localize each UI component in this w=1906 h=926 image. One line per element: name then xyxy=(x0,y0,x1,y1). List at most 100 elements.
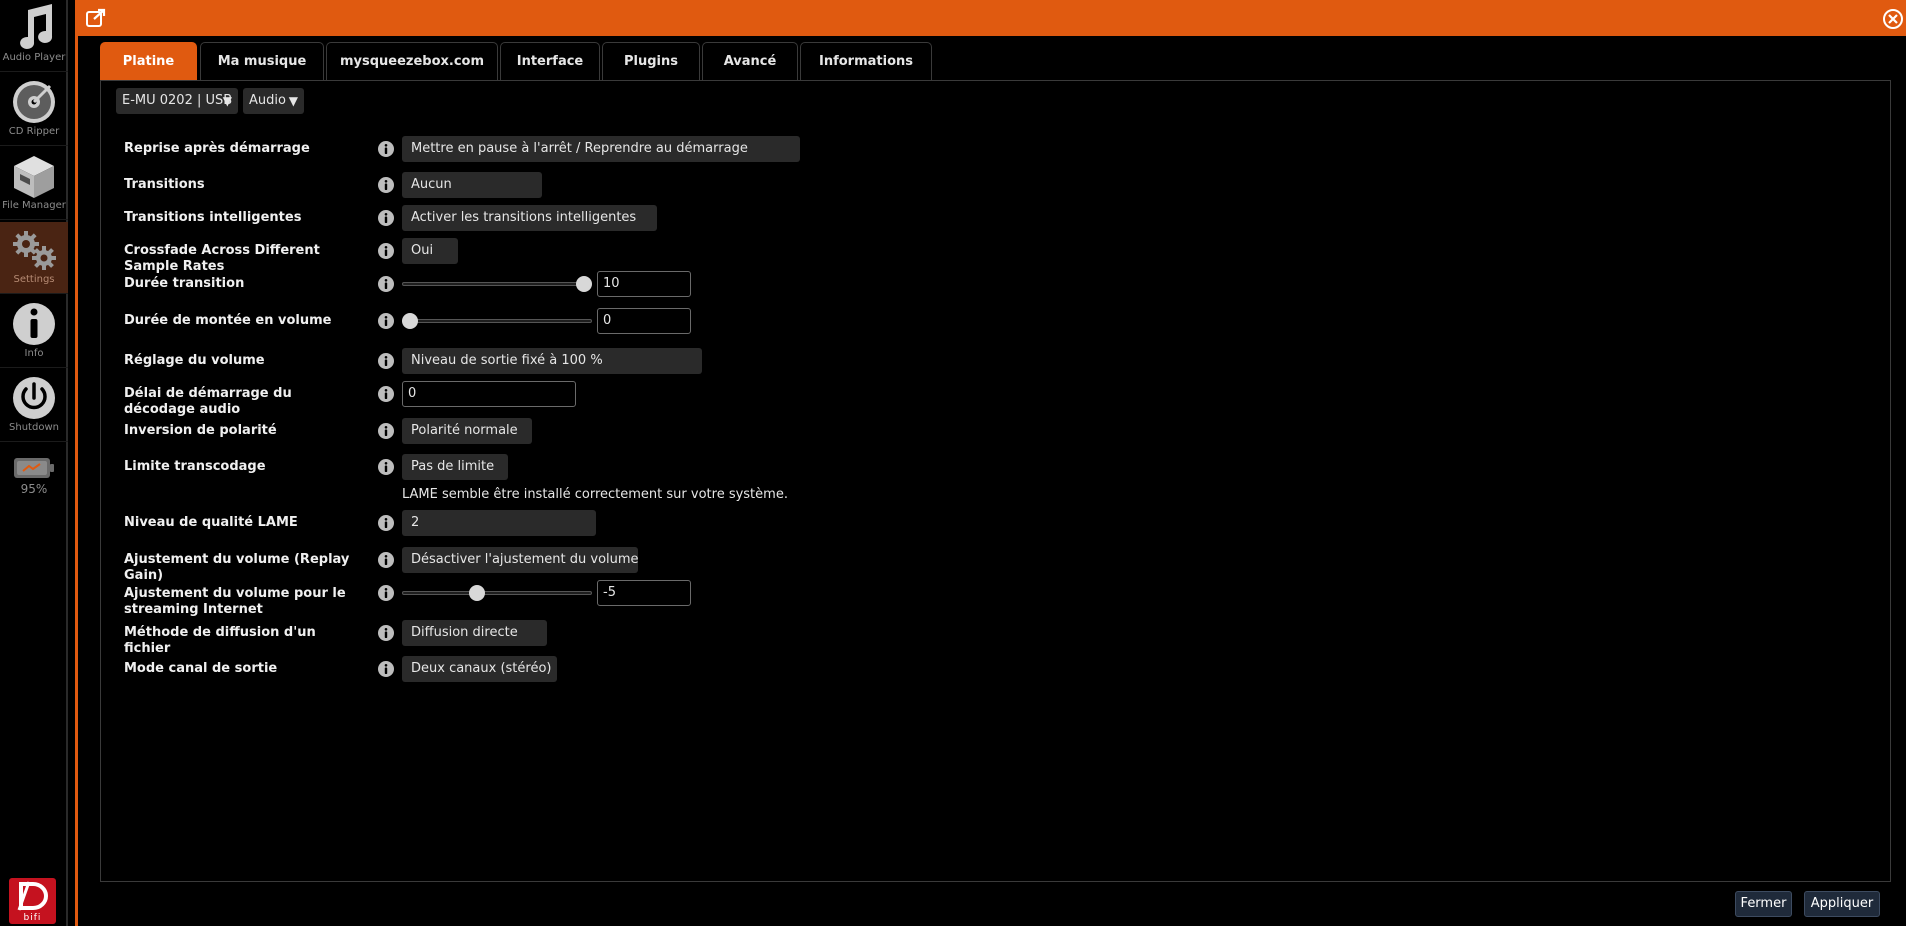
select-smart-transitions[interactable]: Activer les transitions intelligentes xyxy=(402,205,657,231)
close-icon[interactable] xyxy=(1882,8,1904,30)
select-volume-control[interactable]: Niveau de sortie fixé à 100 % xyxy=(402,348,702,374)
dock-item-cd-ripper[interactable]: CD Ripper xyxy=(0,74,68,146)
info-icon[interactable] xyxy=(378,423,394,439)
slider-thumb[interactable] xyxy=(402,313,418,329)
dock-item-audio-player[interactable]: Audio Player xyxy=(0,0,68,72)
info-icon[interactable] xyxy=(378,313,394,329)
slider-track xyxy=(402,319,592,323)
battery-icon xyxy=(14,458,54,478)
tab-mysqueezebox[interactable]: mysqueezebox.com xyxy=(326,42,498,81)
input-stream-volume[interactable]: -5 xyxy=(597,580,691,606)
category-select-value: Audio xyxy=(249,93,286,108)
dock-item-settings[interactable]: Settings xyxy=(0,222,68,294)
tab-platine[interactable]: Platine xyxy=(100,42,197,81)
label-transition-duration: Durée transition xyxy=(124,276,245,291)
slider-track xyxy=(402,282,592,286)
titlebar xyxy=(78,0,1906,36)
slider-volume-ramp[interactable] xyxy=(402,313,592,329)
dock-label: CD Ripper xyxy=(8,126,60,137)
external-window-icon[interactable] xyxy=(86,8,106,28)
label-replay-gain: Ajustement du volume (Replay Gain) xyxy=(124,552,350,583)
info-icon[interactable] xyxy=(378,210,394,226)
sidebar-dock: Audio Player CD Ripper File Manager Sett… xyxy=(0,0,68,926)
select-lame-quality[interactable]: 2 xyxy=(402,510,596,536)
label-volume-control: Réglage du volume xyxy=(124,353,265,368)
player-select[interactable]: E-MU 0202 | USB ▼ xyxy=(116,88,238,114)
info-icon[interactable] xyxy=(378,276,394,292)
slider-stream-volume[interactable] xyxy=(402,585,592,601)
select-polarity[interactable]: Polarité normale xyxy=(402,418,532,444)
cd-icon xyxy=(13,81,55,123)
info-icon[interactable] xyxy=(378,552,394,568)
info-icon[interactable] xyxy=(378,625,394,641)
info-circle-icon xyxy=(13,303,55,345)
info-icon[interactable] xyxy=(378,243,394,259)
info-icon[interactable] xyxy=(378,141,394,157)
label-transitions: Transitions xyxy=(124,177,205,192)
tab-ma-musique[interactable]: Ma musique xyxy=(200,42,324,81)
logo-text: bifi xyxy=(23,913,42,923)
music-note-icon xyxy=(20,4,53,49)
select-replay-gain[interactable]: Désactiver l'ajustement du volume xyxy=(402,547,639,573)
slider-transition-duration[interactable] xyxy=(402,276,592,292)
select-crossfade[interactable]: Oui xyxy=(402,238,458,264)
tab-informations[interactable]: Informations xyxy=(800,42,932,81)
dock-label: Info xyxy=(24,348,44,359)
dropdown-caret-icon: ▼ xyxy=(288,94,298,108)
info-icon[interactable] xyxy=(378,515,394,531)
category-select[interactable]: Audio ▼ xyxy=(243,88,304,114)
dock-item-info[interactable]: Info xyxy=(0,296,68,368)
tab-interface[interactable]: Interface xyxy=(500,42,600,81)
input-decode-delay[interactable]: 0 xyxy=(402,381,576,407)
info-icon[interactable] xyxy=(378,353,394,369)
select-channel-mode[interactable]: Deux canaux (stéréo) xyxy=(402,656,557,682)
info-icon[interactable] xyxy=(378,459,394,475)
label-decode-delay: Délai de démarrage du décodage audio xyxy=(124,386,292,417)
dibifi-logo: bifi xyxy=(9,878,56,924)
label-transcode-limit: Limite transcodage xyxy=(124,459,266,474)
dock-label: Settings xyxy=(13,274,55,285)
gears-icon xyxy=(13,231,56,270)
lame-status-note: LAME semble être installé correctement s… xyxy=(402,487,788,502)
close-button[interactable]: Fermer xyxy=(1735,891,1792,917)
label-volume-ramp: Durée de montée en volume xyxy=(124,313,332,328)
label-stream-volume: Ajustement du volume pour le streaming I… xyxy=(124,586,346,617)
dock-label: Audio Player xyxy=(2,52,66,63)
apply-button[interactable]: Appliquer xyxy=(1804,891,1880,917)
info-icon[interactable] xyxy=(378,661,394,677)
dock-item-file-manager[interactable]: File Manager xyxy=(0,148,68,220)
label-lame-quality: Niveau de qualité LAME xyxy=(124,515,298,530)
tab-plugins[interactable]: Plugins xyxy=(602,42,700,81)
dock-item-shutdown[interactable]: Shutdown xyxy=(0,370,68,442)
slider-thumb[interactable] xyxy=(469,585,485,601)
power-icon xyxy=(13,377,55,419)
slider-track xyxy=(402,591,592,595)
label-smart-transitions: Transitions intelligentes xyxy=(124,210,302,225)
slider-thumb[interactable] xyxy=(576,276,592,292)
dock-label: File Manager xyxy=(2,200,66,211)
player-select-value: E-MU 0202 | USB xyxy=(122,93,233,108)
dock-label: Shutdown xyxy=(9,422,59,433)
box-icon xyxy=(14,156,54,198)
input-transition-duration[interactable]: 10 xyxy=(597,271,691,297)
battery-indicator: 95% xyxy=(0,452,68,502)
dropdown-caret-icon: ▼ xyxy=(222,94,232,108)
label-crossfade: Crossfade Across Different Sample Rates xyxy=(124,243,320,274)
input-volume-ramp[interactable]: 0 xyxy=(597,308,691,334)
select-transitions[interactable]: Aucun xyxy=(402,172,542,198)
select-transcode-limit[interactable]: Pas de limite xyxy=(402,454,508,480)
select-reprise[interactable]: Mettre en pause à l'arrêt / Reprendre au… xyxy=(402,136,800,162)
label-channel-mode: Mode canal de sortie xyxy=(124,661,278,676)
info-icon[interactable] xyxy=(378,386,394,402)
info-icon[interactable] xyxy=(378,177,394,193)
battery-level: 95% xyxy=(20,482,48,496)
select-stream-method[interactable]: Diffusion directe xyxy=(402,620,547,646)
label-reprise: Reprise après démarrage xyxy=(124,141,310,156)
settings-panel: E-MU 0202 | USB ▼ Audio ▼ Reprise après … xyxy=(100,80,1891,882)
label-polarity: Inversion de polarité xyxy=(124,423,277,438)
settings-window: Platine Ma musique mysqueezebox.com Inte… xyxy=(75,0,1906,926)
info-icon[interactable] xyxy=(378,585,394,601)
tab-avance[interactable]: Avancé xyxy=(702,42,798,81)
label-stream-method: Méthode de diffusion d'un fichier xyxy=(124,625,316,656)
logo-d-icon xyxy=(17,881,48,911)
